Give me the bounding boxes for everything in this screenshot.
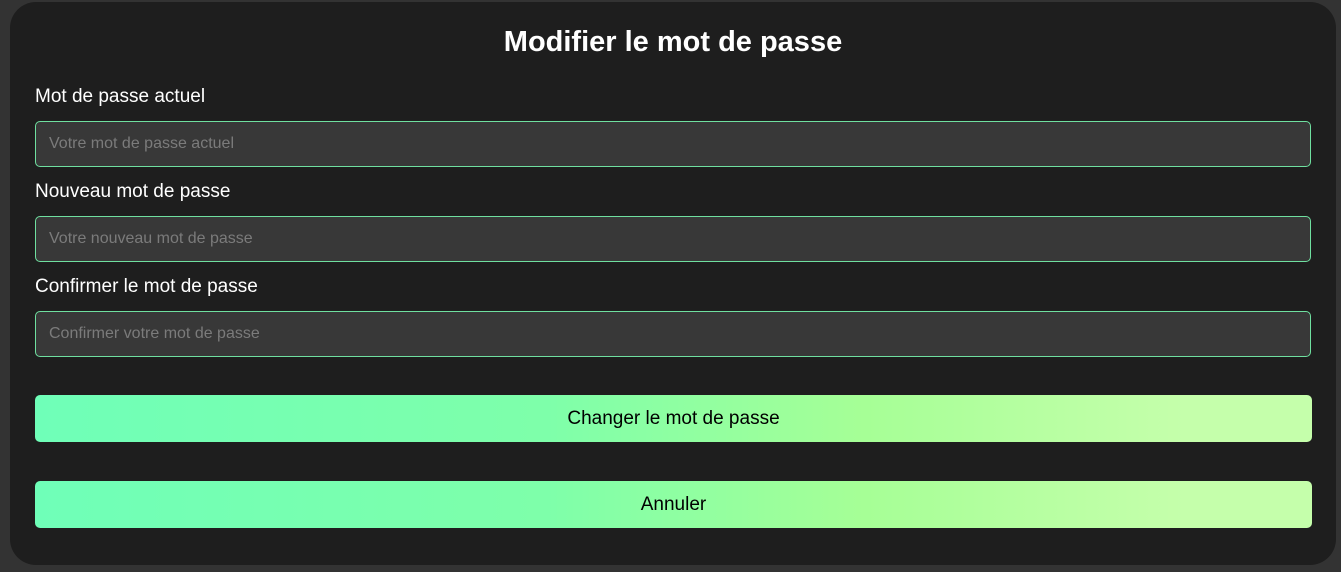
dialog-title: Modifier le mot de passe: [503, 26, 843, 58]
change-password-button[interactable]: Changer le mot de passe: [35, 395, 1312, 442]
change-password-dialog: Modifier le mot de passe Mot de passe ac…: [10, 2, 1336, 565]
confirm-password-input[interactable]: [35, 311, 1311, 357]
current-password-label: Mot de passe actuel: [35, 86, 206, 107]
cancel-button[interactable]: Annuler: [35, 481, 1312, 528]
current-password-input[interactable]: [35, 121, 1311, 167]
new-password-label: Nouveau mot de passe: [35, 181, 231, 202]
new-password-input[interactable]: [35, 216, 1311, 262]
confirm-password-label: Confirmer le mot de passe: [35, 276, 258, 297]
